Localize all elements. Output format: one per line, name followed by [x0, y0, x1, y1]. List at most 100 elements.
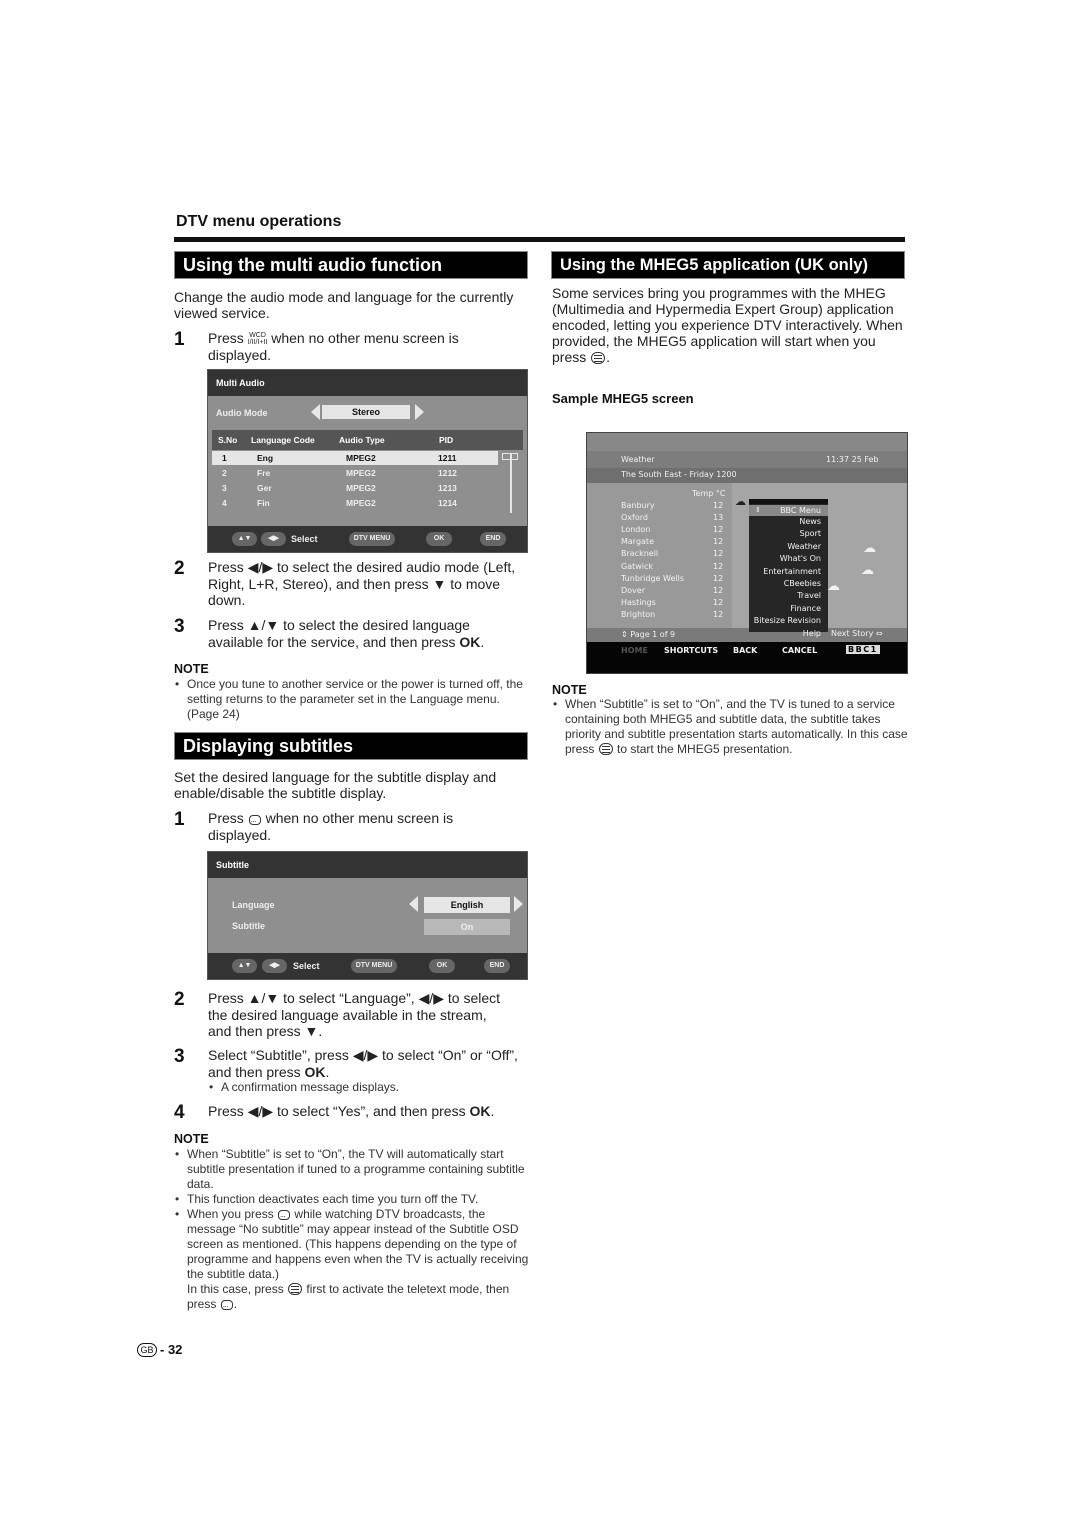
step-text-post: when no other menu screen is displayed.	[208, 330, 459, 363]
end-button[interactable]: END	[480, 532, 506, 546]
bbc-menu-item[interactable]: Help	[803, 629, 821, 638]
city-temp: 12	[713, 549, 724, 559]
sample-screen-label: Sample MHEG5 screen	[552, 391, 694, 406]
city-name: Gatwick	[621, 561, 654, 571]
audio-mode-label: Audio Mode	[216, 408, 268, 418]
row-sno: 2	[222, 468, 227, 478]
step-text: Press when no other menu screen is displ…	[208, 810, 508, 843]
bbc-menu-item[interactable]: Bitesize Revision	[754, 616, 821, 625]
note-heading: NOTE	[174, 662, 209, 676]
step-sub-note: A confirmation message displays.	[208, 1080, 508, 1095]
step-text-b: .	[480, 633, 485, 650]
col-sno: S.No	[218, 435, 238, 445]
mode-right-arrow-icon[interactable]	[415, 404, 424, 420]
note-heading: NOTE	[174, 1132, 209, 1146]
step-text-post: when no other menu screen is displayed.	[208, 810, 454, 843]
left-right-button-icon: ◀▶	[262, 959, 287, 973]
step-number: 4	[174, 1102, 185, 1123]
bbc-menu-item[interactable]: Sport	[800, 529, 821, 538]
nav-home[interactable]: HOME	[621, 646, 648, 655]
subtitle-button-icon	[248, 812, 261, 829]
subtitles-notes: When “Subtitle” is set to “On”, the TV w…	[174, 1147, 534, 1312]
mheg-sample-screen: Weather 11:37 25 Feb The South East - Fr…	[586, 432, 908, 674]
col-pid: PID	[439, 435, 454, 445]
city-temp: 12	[713, 501, 724, 510]
nav-cancel[interactable]: CANCEL	[782, 646, 817, 655]
teletext-button-icon	[591, 352, 606, 364]
region-badge: GB	[137, 1343, 157, 1357]
cloud-sun-icon: ☁	[861, 563, 874, 578]
col-audio-type: Audio Type	[339, 435, 385, 445]
bbc-menu-item[interactable]: CBeebies	[784, 579, 821, 588]
ok-key-label: OK	[304, 1063, 326, 1080]
note-text: When you press	[187, 1207, 274, 1221]
city-name: Oxford	[621, 513, 648, 523]
bbc-menu-item[interactable]: News	[799, 517, 821, 526]
bbc-menu-item[interactable]: What's On	[780, 554, 821, 563]
subtitle-button-icon	[220, 1297, 233, 1312]
next-story[interactable]: Next Story ⇔	[831, 629, 883, 638]
step-number: 1	[174, 329, 185, 350]
mheg-heading: Using the MHEG5 application (UK only)	[551, 251, 905, 279]
osd-footer: ▲▼ ◀▶ Select DTV MENU OK END	[208, 953, 527, 979]
multi-audio-osd: Multi Audio Audio Mode Stereo S.No Langu…	[207, 369, 528, 553]
cloud-sun-icon: ☁	[827, 579, 840, 594]
language-left-arrow-icon[interactable]	[409, 896, 418, 912]
ok-key-label: OK	[459, 633, 481, 650]
dtv-menu-button[interactable]: DTV MENU	[349, 532, 395, 546]
mheg-notes: When “Subtitle” is set to “On”, and the …	[552, 697, 910, 757]
mode-left-arrow-icon[interactable]	[311, 404, 320, 420]
row-pid: 1214	[438, 498, 457, 508]
row-type: MPEG2	[346, 468, 376, 478]
up-down-button-icon: ▲▼	[232, 959, 257, 973]
ok-button[interactable]: OK	[429, 959, 455, 973]
cloud-icon: ☁	[735, 495, 746, 508]
audio-table-row[interactable]: 2 Fre MPEG2 1212	[212, 466, 498, 480]
bbc-menu-item[interactable]: Travel	[797, 591, 821, 600]
dtv-menu-button[interactable]: DTV MENU	[351, 959, 397, 973]
step-text: Press ▲/▼ to select “Language”, ◀/▶ to s…	[208, 990, 501, 1039]
language-value[interactable]: English	[424, 897, 510, 913]
step-text-b: .	[325, 1063, 330, 1080]
mheg-header-right: 11:37 25 Feb	[826, 455, 879, 464]
step-text: Press ◀/▶ to select “Yes”, and then pres…	[208, 1103, 528, 1120]
subtitle-value[interactable]: On	[424, 919, 510, 935]
subtitle-button-icon	[278, 1207, 291, 1222]
row-pid: 1213	[438, 483, 457, 493]
bbc-menu-item[interactable]: Entertainment	[763, 567, 821, 576]
nav-shortcuts[interactable]: SHORTCUTS	[664, 646, 718, 655]
scrollbar-thumb[interactable]	[502, 453, 518, 460]
audio-table-row[interactable]: 1 Eng MPEG2 1211	[212, 451, 498, 465]
note-text: to start the MHEG5 presentation.	[617, 742, 793, 756]
teletext-button-icon	[598, 743, 613, 755]
step-text-pre: Press	[208, 810, 244, 826]
audio-mode-value[interactable]: Stereo	[322, 405, 410, 419]
subtitles-heading: Displaying subtitles	[174, 732, 528, 760]
end-button[interactable]: END	[484, 959, 510, 973]
language-right-arrow-icon[interactable]	[514, 896, 523, 912]
city-temp: 12	[713, 597, 724, 607]
step-number: 1	[174, 809, 185, 830]
multi-audio-heading-text: Using the multi audio function	[183, 255, 442, 275]
audio-table-row[interactable]: 3 Ger MPEG2 1213	[212, 481, 498, 495]
sub-note-item: A confirmation message displays.	[208, 1080, 508, 1095]
audio-table-row[interactable]: 4 Fin MPEG2 1214	[212, 496, 498, 510]
subtitles-intro: Set the desired language for the subtitl…	[174, 769, 497, 801]
mheg-intro-end: .	[606, 349, 611, 365]
next-story-text: Next Story	[831, 629, 874, 638]
cloud-sun-icon: ☁	[863, 541, 876, 556]
step-text-a: Press ▲/▼ to select the desired language…	[208, 617, 470, 650]
scrollbar-track[interactable]	[510, 453, 512, 513]
row-type: MPEG2	[346, 453, 376, 463]
note-item: When “Subtitle” is set to “On”, and the …	[552, 697, 910, 757]
bbc-menu-item[interactable]: Finance	[790, 604, 821, 613]
city-name: Banbury	[621, 501, 655, 510]
nav-back[interactable]: BACK	[733, 646, 757, 655]
audio-mode-button-icon: WCD I/II/I+II	[247, 332, 268, 346]
row-pid: 1211	[438, 453, 457, 463]
row-sno: 4	[222, 498, 227, 508]
city-temp: 13	[713, 513, 724, 523]
city-temp: 12	[713, 561, 724, 571]
ok-button[interactable]: OK	[426, 532, 452, 546]
bbc-menu-item[interactable]: Weather	[787, 542, 821, 551]
